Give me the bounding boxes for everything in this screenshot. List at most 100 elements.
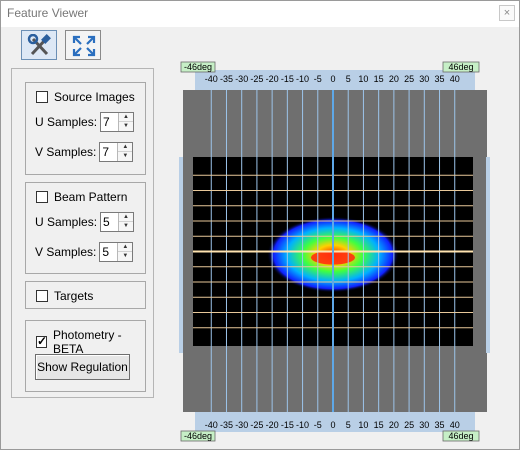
top-tick-label: -35 <box>220 74 233 84</box>
top-tick-label: 25 <box>404 74 414 84</box>
left-tick-label: 5 <box>179 234 180 239</box>
tools-button[interactable] <box>21 30 57 60</box>
beam-u-samples-label: U Samples: <box>35 215 98 229</box>
beam-v-samples-spinner[interactable]: 5 ▲ ▼ <box>99 242 134 262</box>
spin-down-icon[interactable]: ▼ <box>119 122 134 131</box>
top-tick-label: 30 <box>419 74 429 84</box>
left-tick-label: 10 <box>179 216 180 226</box>
beam-pattern-checkbox-box[interactable] <box>36 191 48 203</box>
close-button[interactable]: × <box>499 5 515 21</box>
beam-u-samples-spinner[interactable]: 5 ▲ ▼ <box>100 212 135 232</box>
spin-up-icon[interactable]: ▲ <box>119 213 134 222</box>
spin-up-icon[interactable]: ▲ <box>119 113 134 122</box>
title-bar: Feature Viewer × <box>1 1 519 27</box>
feature-viewer-window: Feature Viewer × Source Images U Samples… <box>0 0 520 450</box>
left-tick-label: 25 <box>179 170 180 180</box>
bottom-tick-label: -10 <box>296 420 309 430</box>
top-tick-label: -25 <box>250 74 263 84</box>
source-v-samples-label: V Samples: <box>35 145 97 159</box>
spin-down-icon[interactable]: ▼ <box>118 152 133 161</box>
bottom-tick-label: -40 <box>205 420 218 430</box>
beam-v-samples-value[interactable]: 5 <box>102 245 109 259</box>
beam-pattern-label: Beam Pattern <box>54 190 128 204</box>
photometry-plot[interactable]: -40-40-35-35-30-30-25-25-20-20-15-15-10-… <box>161 61 505 443</box>
top-tick-label: -30 <box>235 74 248 84</box>
spin-up-icon[interactable]: ▲ <box>118 243 133 252</box>
bottom-tick-label: -30 <box>235 420 248 430</box>
beam-u-samples-value[interactable]: 5 <box>103 215 110 229</box>
source-v-samples-row: V Samples: 7 ▲ ▼ <box>35 142 134 162</box>
photometry-checkbox[interactable]: Photometry - BETA <box>36 328 145 356</box>
bottom-tick-label: -5 <box>314 420 322 430</box>
top-tick-label: -40 <box>205 74 218 84</box>
top-tick-label: 5 <box>346 74 351 84</box>
bottom-right-extent-label: 46deg <box>448 431 473 441</box>
left-tick-label: -15 <box>179 291 180 304</box>
bottom-left-extent-label: -46deg <box>184 431 212 441</box>
fit-view-button[interactable] <box>65 30 101 60</box>
photometry-label: Photometry - BETA <box>52 328 122 356</box>
targets-checkbox-box[interactable] <box>36 290 48 302</box>
spin-up-icon[interactable]: ▲ <box>118 143 133 152</box>
top-tick-label: -20 <box>266 74 279 84</box>
source-images-checkbox[interactable]: Source Images <box>36 90 135 104</box>
source-u-samples-spinner[interactable]: 7 ▲ ▼ <box>100 112 135 132</box>
spin-down-icon[interactable]: ▼ <box>119 222 134 231</box>
bottom-tick-label: 40 <box>450 420 460 430</box>
feature-viewer-canvas[interactable]: -40 -40 -35 -35 -30 -30 -25 -25 -20 -20 -15 -15 -10-… <box>161 61 505 443</box>
show-regulation-button[interactable]: Show Regulation <box>35 354 130 380</box>
source-images-checkbox-box[interactable] <box>36 91 48 103</box>
source-u-samples-value[interactable]: 7 <box>103 115 110 129</box>
bottom-tick-label: 30 <box>419 420 429 430</box>
source-v-samples-value[interactable]: 7 <box>102 145 109 159</box>
top-tick-label: -5 <box>314 74 322 84</box>
bottom-tick-label: -35 <box>220 420 233 430</box>
right-ruler-part <box>486 157 490 353</box>
targets-checkbox[interactable]: Targets <box>36 289 93 303</box>
top-tick-label: 0 <box>330 74 335 84</box>
bottom-tick-label: -20 <box>266 420 279 430</box>
source-v-samples-spinner[interactable]: 7 ▲ ▼ <box>99 142 134 162</box>
left-tick-label: 20 <box>179 186 180 196</box>
beam-v-samples-label: V Samples: <box>35 245 97 259</box>
top-tick-label: -15 <box>281 74 294 84</box>
targets-group: Targets <box>25 281 146 309</box>
top-tick-label: 15 <box>374 74 384 84</box>
left-tick-label: 0 <box>179 249 180 254</box>
options-panel: Source Images U Samples: 7 ▲ ▼ V Samples:… <box>11 68 154 398</box>
beam-pattern-group: Beam Pattern U Samples: 5 ▲ ▼ V Samples: … <box>25 182 146 274</box>
beam-pattern-checkbox[interactable]: Beam Pattern <box>36 190 127 204</box>
photometry-checkbox-box[interactable] <box>36 334 47 348</box>
left-tick-label: -5 <box>179 263 180 271</box>
left-tick-label: -10 <box>179 275 180 288</box>
bottom-tick-label: 25 <box>404 420 414 430</box>
bottom-tick-label: 5 <box>346 420 351 430</box>
left-tick-label: -25 <box>179 321 180 334</box>
bottom-tick-label: -25 <box>250 420 263 430</box>
top-tick-label: 20 <box>389 74 399 84</box>
bottom-tick-label: 20 <box>389 420 399 430</box>
targets-label: Targets <box>54 289 94 303</box>
beam-v-samples-row: V Samples: 5 ▲ ▼ <box>35 242 134 262</box>
top-tick-label: 40 <box>450 74 460 84</box>
top-tick-label: -10 <box>296 74 309 84</box>
bottom-tick-label: 10 <box>358 420 368 430</box>
left-tick-label: 15 <box>179 201 180 211</box>
source-images-label: Source Images <box>54 90 135 104</box>
top-right-extent-label: 46deg <box>448 62 473 72</box>
source-u-samples-label: U Samples: <box>35 115 98 129</box>
top-tick-label: 35 <box>435 74 445 84</box>
top-tick-label: 10 <box>358 74 368 84</box>
tools-icon <box>27 34 51 56</box>
top-left-extent-label: -46deg <box>184 62 212 72</box>
window-title: Feature Viewer <box>7 6 89 20</box>
beam-u-samples-row: U Samples: 5 ▲ ▼ <box>35 212 135 232</box>
fit-view-icon <box>72 35 96 57</box>
bottom-tick-label: -15 <box>281 420 294 430</box>
bottom-tick-label: 35 <box>435 420 445 430</box>
bottom-tick-label: 0 <box>330 420 335 430</box>
source-u-samples-row: U Samples: 7 ▲ ▼ <box>35 112 135 132</box>
source-images-group: Source Images U Samples: 7 ▲ ▼ V Samples:… <box>25 82 146 175</box>
spin-down-icon[interactable]: ▼ <box>118 252 133 261</box>
bottom-tick-label: 15 <box>374 420 384 430</box>
